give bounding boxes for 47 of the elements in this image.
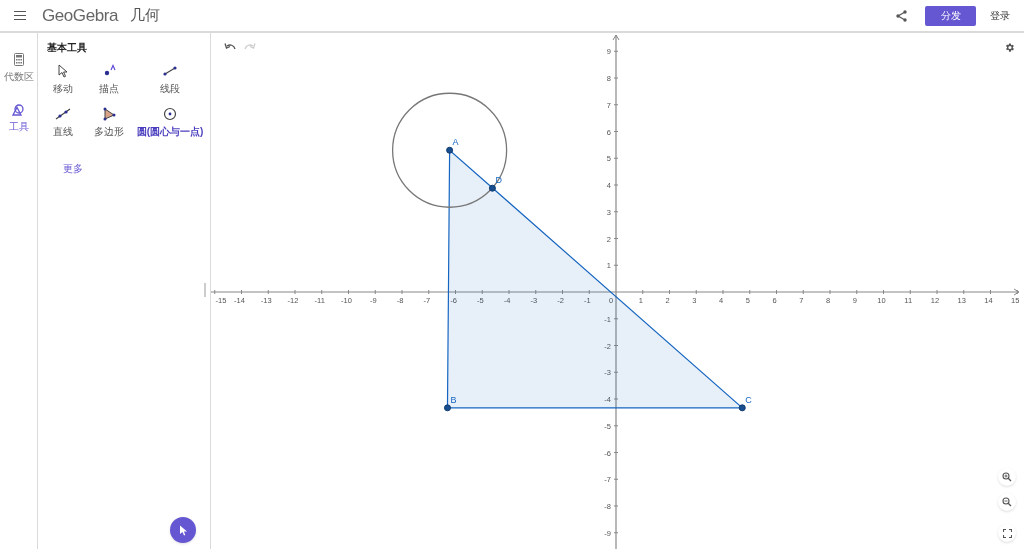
point-marker[interactable] xyxy=(738,404,746,412)
resize-handle[interactable] xyxy=(204,283,206,297)
point-label: C xyxy=(745,394,752,405)
tool-button[interactable]: 线段 xyxy=(132,64,208,96)
settings-button[interactable] xyxy=(1003,41,1015,53)
settings-icon xyxy=(1003,41,1015,53)
app-title: 几何 xyxy=(130,5,160,26)
point-marker[interactable] xyxy=(444,404,451,412)
fullscreen-button[interactable] xyxy=(998,524,1016,542)
tool-button[interactable]: 圆(圆心与一点) xyxy=(132,107,208,139)
segment-icon xyxy=(162,64,178,78)
menu-icon xyxy=(14,11,26,20)
point-marker[interactable] xyxy=(446,146,454,154)
undo-icon xyxy=(224,42,236,50)
zoom-in-icon xyxy=(1002,472,1012,482)
tool-button[interactable]: 移动 xyxy=(40,64,86,96)
shapes-icon xyxy=(12,104,25,116)
fullscreen-icon xyxy=(1002,528,1012,538)
share-button[interactable]: 分发 xyxy=(925,5,976,26)
rail-tab[interactable]: 工具 xyxy=(8,104,29,134)
point-label: D xyxy=(495,175,502,186)
point-icon xyxy=(102,64,116,78)
line-icon xyxy=(55,107,71,121)
login-link[interactable]: 登录 xyxy=(990,8,1010,23)
zoom-out-icon xyxy=(1002,497,1012,507)
calculator-icon xyxy=(13,53,24,66)
share-icon xyxy=(895,9,907,22)
app-logo: GeoGebra xyxy=(42,4,118,27)
zoom-in-button[interactable] xyxy=(998,468,1016,486)
move-tool-fab[interactable] xyxy=(170,517,196,543)
point-label: B xyxy=(450,394,457,405)
redo-icon xyxy=(244,42,256,50)
more-link[interactable]: 更多 xyxy=(63,161,83,176)
point-label: A xyxy=(452,137,459,148)
tool-button[interactable]: 多边形 xyxy=(86,107,132,139)
tool-button[interactable]: 直线 xyxy=(40,107,86,139)
cursor-icon xyxy=(178,524,188,536)
circle-icon xyxy=(163,107,177,121)
point-marker[interactable] xyxy=(488,184,496,192)
panel-title: 基本工具 xyxy=(47,41,88,55)
polygon-icon xyxy=(101,107,117,121)
undo-button[interactable] xyxy=(223,40,237,52)
zoom-out-button[interactable] xyxy=(998,493,1016,511)
tool-button[interactable]: 描点 xyxy=(86,64,132,96)
cursor-icon xyxy=(57,64,69,78)
rail-tab[interactable]: 代数区 xyxy=(3,53,34,84)
share-icon-button[interactable] xyxy=(893,7,909,24)
